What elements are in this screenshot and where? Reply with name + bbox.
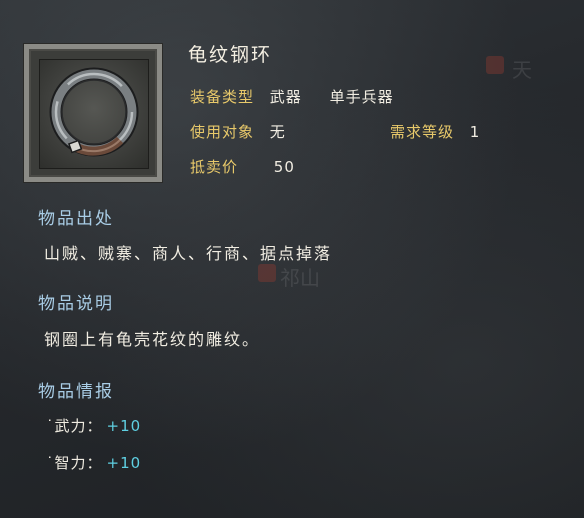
map-label-top-right: 天: [512, 58, 532, 82]
source-heading: 物品出处: [38, 209, 114, 229]
stat-value: +10: [106, 417, 142, 435]
level-value: 1: [469, 123, 481, 141]
stat-row-force: ˙武力： +10: [46, 415, 141, 436]
price-value: 50: [273, 158, 295, 176]
level-row: 需求等级 1: [390, 121, 480, 142]
stat-value: +10: [106, 454, 142, 472]
equip-type-label: 装备类型: [190, 88, 255, 106]
map-label-middle: 祁山: [280, 266, 320, 290]
price-row: 抵卖价 50: [190, 156, 295, 177]
map-marker-icon: [486, 56, 504, 74]
description-heading: 物品说明: [38, 294, 114, 314]
item-icon-frame: [24, 44, 162, 182]
stat-label: ˙武力：: [46, 417, 103, 435]
map-marker-icon: [258, 264, 276, 282]
stat-label: ˙智力：: [46, 454, 103, 472]
equip-type-row: 装备类型 武器 单手兵器: [190, 86, 394, 107]
intel-heading: 物品情报: [38, 382, 114, 402]
stat-row-intellect: ˙智力： +10: [46, 452, 141, 473]
item-name: 龟纹钢环: [188, 44, 273, 66]
target-row: 使用对象 无: [190, 121, 286, 142]
steel-ring-icon: [39, 59, 149, 169]
target-value: 无: [269, 123, 286, 141]
level-label: 需求等级: [390, 123, 455, 141]
source-text: 山贼、贼寨、商人、行商、据点掉落: [44, 244, 333, 263]
equip-subtype-value: 单手兵器: [329, 88, 394, 106]
target-label: 使用对象: [190, 123, 255, 141]
equip-type-value: 武器: [269, 88, 302, 106]
price-label: 抵卖价: [190, 158, 239, 176]
description-text: 钢圈上有龟壳花纹的雕纹。: [44, 330, 261, 349]
item-tooltip-panel: 天 祁山 龟纹钢环 装备类型 武器 单手兵器 使用对象 无 需求等级 1 抵卖价…: [0, 0, 584, 518]
